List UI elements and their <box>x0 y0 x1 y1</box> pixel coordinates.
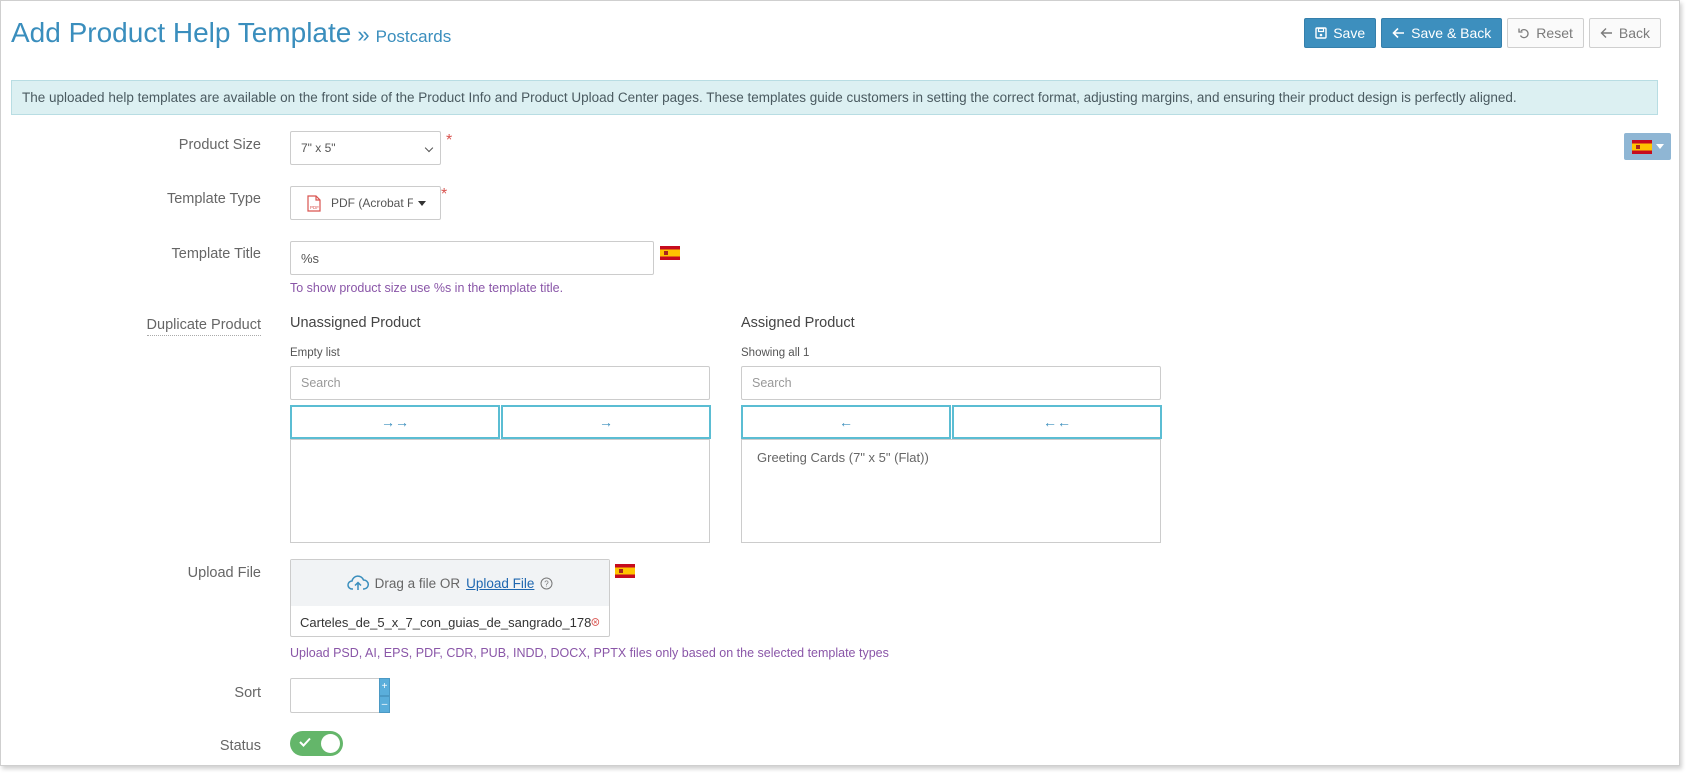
product-size-value: 7" x 5" <box>301 141 336 155</box>
unassigned-product-title: Unassigned Product <box>290 315 421 331</box>
move-selected-right-button[interactable]: → <box>501 405 711 439</box>
assigned-product-title: Assigned Product <box>741 315 855 331</box>
move-all-right-button[interactable]: →→ <box>290 405 500 439</box>
assigned-list[interactable]: Greeting Cards (7" x 5" (Flat)) <box>741 439 1161 543</box>
stepper-buttons: + – <box>379 678 390 713</box>
svg-text:PDF: PDF <box>310 205 319 210</box>
arrow-left-icon <box>1392 27 1405 39</box>
arrow-right-icon: → <box>599 414 613 430</box>
upload-drop-area[interactable]: Drag a file OR Upload File ? <box>291 560 609 606</box>
product-size-label: Product Size <box>178 137 261 153</box>
assigned-count: Showing all 1 <box>741 347 810 359</box>
move-selected-left-button[interactable]: ← <box>741 405 951 439</box>
product-size-select[interactable]: 7" x 5" <box>290 131 441 165</box>
uploaded-file-row: Carteles_de_5_x_7_con_guias_de_sangrado_… <box>291 606 609 638</box>
page-title-text: Add Product Help Template <box>11 17 352 48</box>
template-type-select[interactable]: PDF PDF (Acrobat F <box>290 186 441 220</box>
template-title-label: Template Title <box>171 246 261 262</box>
floppy-disk-icon <box>1315 27 1327 39</box>
page-title: Add Product Help Template» Postcards <box>11 17 451 49</box>
back-button[interactable]: Back <box>1588 18 1661 48</box>
status-toggle[interactable] <box>290 731 343 756</box>
pdf-icon: PDF <box>307 194 321 212</box>
caret-down-icon <box>418 200 426 206</box>
save-and-back-label: Save & Back <box>1411 25 1492 41</box>
upload-file-link[interactable]: Upload File <box>466 576 534 591</box>
svg-text:?: ? <box>545 579 550 588</box>
unassigned-search-input[interactable]: Search <box>290 366 710 400</box>
template-title-hint: To show product size use %s in the templ… <box>290 281 564 295</box>
decrement-button[interactable]: – <box>379 695 390 713</box>
spain-flag-icon[interactable] <box>660 246 680 260</box>
spain-flag-icon[interactable] <box>615 564 635 578</box>
info-alert: The uploaded help templates are availabl… <box>11 80 1658 115</box>
toolbar: Save Save & Back Reset Back <box>1304 18 1661 48</box>
save-button-label: Save <box>1333 25 1366 41</box>
save-and-back-button[interactable]: Save & Back <box>1381 18 1503 48</box>
required-marker: * <box>446 132 453 149</box>
reset-button[interactable]: Reset <box>1507 18 1584 48</box>
duplicate-product-label: Duplicate Product <box>11 317 261 336</box>
sort-stepper[interactable]: + – <box>290 678 390 713</box>
reset-button-label: Reset <box>1536 25 1573 41</box>
double-arrow-left-icon: ←← <box>1043 414 1071 430</box>
language-dropdown[interactable] <box>1624 133 1671 160</box>
back-button-label: Back <box>1618 25 1650 41</box>
page-frame: Add Product Help Template» Postcards Save… <box>0 0 1680 766</box>
caret-down-icon <box>1655 144 1664 149</box>
remove-file-icon[interactable] <box>591 615 600 629</box>
breadcrumb-subtitle[interactable]: Postcards <box>376 27 452 46</box>
upload-dropzone[interactable]: Drag a file OR Upload File ? Carteles_de… <box>290 559 610 637</box>
move-all-left-button[interactable]: ←← <box>952 405 1162 439</box>
status-label: Status <box>219 738 261 754</box>
spain-flag-icon <box>1631 139 1652 154</box>
breadcrumb-separator: » <box>357 22 370 47</box>
list-item[interactable]: Greeting Cards (7" x 5" (Flat)) <box>757 450 929 465</box>
double-arrow-right-icon: →→ <box>381 414 409 430</box>
save-button[interactable]: Save <box>1304 18 1377 48</box>
template-title-input[interactable]: %s <box>290 241 654 275</box>
check-icon <box>299 737 311 747</box>
upload-file-label: Upload File <box>187 565 261 581</box>
increment-button[interactable]: + <box>379 678 390 696</box>
help-circle-icon[interactable]: ? <box>540 577 553 590</box>
arrow-left-icon: ← <box>839 414 853 430</box>
unassigned-count: Empty list <box>290 347 340 359</box>
template-type-label: Template Type <box>166 191 261 207</box>
arrow-left-icon <box>1600 28 1612 38</box>
toggle-knob <box>321 734 340 753</box>
assigned-search-input[interactable]: Search <box>741 366 1161 400</box>
uploaded-file-name: Carteles_de_5_x_7_con_guias_de_sangrado_… <box>300 614 592 630</box>
sort-label: Sort <box>234 685 261 701</box>
undo-icon <box>1518 28 1529 39</box>
cloud-upload-icon <box>346 575 369 590</box>
duplicate-product-label-text: Duplicate Product <box>146 317 261 336</box>
template-type-value: PDF (Acrobat F <box>331 196 413 210</box>
upload-file-hint: Upload PSD, AI, EPS, PDF, CDR, PUB, INDD… <box>290 646 889 660</box>
unassigned-list[interactable] <box>290 439 710 543</box>
required-marker: * <box>441 186 448 203</box>
drag-text: Drag a file OR <box>374 575 461 591</box>
chevron-down-icon <box>424 143 434 153</box>
